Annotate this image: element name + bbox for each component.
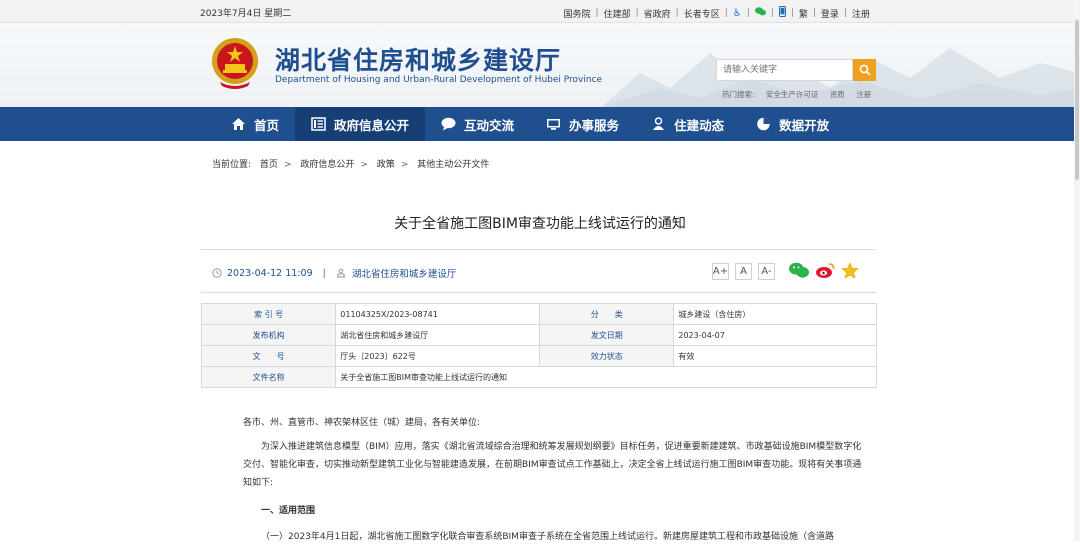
site-header: 湖北省住房和城乡建设厅 Department of Housing and Ur… (0, 23, 1080, 107)
article-meta: 2023-04-12 11:09 | 湖北省住房和城乡建设厅 (212, 266, 456, 280)
nav-label: 首页 (254, 117, 280, 133)
favorite-star-icon[interactable] (841, 262, 859, 283)
nav-item-home[interactable]: 首页 (215, 107, 295, 141)
nav-label: 办事服务 (569, 117, 620, 133)
table-key: 文 号 (200, 345, 337, 367)
top-link-elderly[interactable]: 长者专区 (684, 7, 720, 20)
site-title-english: Department of Housing and Urban-Rural De… (275, 75, 603, 85)
nav-item-news[interactable]: 住建动态 (635, 107, 740, 141)
monitor-icon (547, 119, 561, 130)
article-body: 各市、州、直管市、神农架林区住（城）建局，各有关单位: 为深入推进建筑信息模型（… (243, 414, 863, 546)
register-link[interactable]: 注册 (852, 7, 870, 20)
top-links: 国务院 | 住建部 | 省政府 | 长者专区 | ♿ | | | 繁 | 登录 | 注册 (563, 6, 870, 20)
divider (201, 292, 876, 293)
accessibility-icon[interactable]: ♿ (733, 8, 742, 19)
scrollbar-thumb[interactable] (1075, 20, 1079, 180)
top-link-state-council[interactable]: 国务院 (564, 7, 591, 20)
publish-date: 2023-04-12 11:09 (227, 267, 313, 279)
hot-search-label: 热门搜索: (722, 90, 755, 99)
document-list-icon (311, 117, 326, 131)
table-value: 城乡建设（含住房） (673, 303, 877, 325)
table-value: 湖北省住房和城乡建设厅 (335, 324, 541, 346)
table-row: 文 号 厅头〔2023〕622号 效力状态 有效 (200, 345, 877, 367)
clock-icon (212, 268, 222, 278)
nav-label: 政府信息公开 (334, 117, 410, 133)
salutation: 各市、州、直管市、神农架林区住（城）建局，各有关单位: (243, 418, 481, 428)
table-key: 发布机构 (200, 324, 337, 346)
hot-search-term[interactable]: 安全生产许可证 (766, 90, 819, 99)
login-link[interactable]: 登录 (821, 7, 839, 20)
table-value: 2023-04-07 (673, 324, 877, 346)
top-link-ministry[interactable]: 住建部 (604, 7, 631, 20)
nav-label: 互动交流 (464, 117, 515, 133)
share-buttons (789, 262, 865, 283)
search-box (716, 59, 876, 83)
weibo-share-icon[interactable] (815, 262, 835, 283)
table-key: 发文日期 (539, 324, 675, 346)
search-input[interactable] (716, 59, 853, 81)
article-title: 关于全省施工图BIM审查功能上线试运行的通知 (394, 216, 686, 232)
table-key: 文件名称 (200, 366, 337, 388)
wechat-share-icon[interactable] (789, 262, 809, 283)
search-icon (859, 64, 871, 76)
table-key: 效力状态 (539, 345, 675, 367)
nav-label: 住建动态 (674, 117, 725, 133)
section-heading: 一、适用范围 (261, 506, 316, 516)
wechat-icon[interactable] (754, 7, 766, 19)
table-value: 01104325X/2023-08741 (335, 303, 541, 325)
table-value: 关于全省施工图BIM审查功能上线试运行的通知 (335, 366, 877, 388)
national-emblem-icon (212, 38, 258, 89)
search-button[interactable] (853, 59, 876, 81)
hot-searches: 热门搜索: 安全生产许可证 资质 注册 (722, 89, 880, 100)
mobile-icon[interactable] (778, 6, 786, 20)
table-value: 厅头〔2023〕622号 (335, 345, 541, 367)
font-size-controls: A+ A A- (712, 263, 781, 280)
table-value: 有效 (673, 345, 877, 367)
table-key: 分 类 (539, 303, 675, 325)
font-decrease-button[interactable]: A- (758, 263, 775, 280)
nav-item-services[interactable]: 办事服务 (530, 107, 635, 141)
nav-label: 数据开放 (779, 117, 830, 133)
hot-search-term[interactable]: 注册 (856, 90, 871, 99)
breadcrumb-item[interactable]: 其他主动公开文件 (417, 160, 489, 170)
table-row: 文件名称 关于全省施工图BIM审查功能上线试运行的通知 (200, 366, 877, 388)
table-key: 索 引 号 (200, 303, 337, 325)
current-date: 2023年7月4日 星期二 (200, 9, 292, 19)
nav-item-gov-info[interactable]: 政府信息公开 (295, 107, 426, 141)
breadcrumb-item[interactable]: 首页 (260, 160, 278, 170)
font-increase-button[interactable]: A+ (712, 263, 729, 280)
table-row: 索 引 号 01104325X/2023-08741 分 类 城乡建设（含住房） (200, 303, 877, 325)
scrollbar[interactable] (1074, 0, 1080, 541)
organization-icon (336, 268, 345, 278)
breadcrumb-item[interactable]: 政策 (377, 160, 395, 170)
site-title: 湖北省住房和城乡建设厅 (275, 46, 562, 75)
breadcrumb-label: 当前位置: (212, 160, 252, 170)
main-nav: 首页 政府信息公开 互动交流 办事服务 住建动态 数据开放 (0, 107, 1080, 141)
home-icon (232, 118, 245, 130)
breadcrumb-item[interactable]: 政府信息公开 (300, 160, 354, 170)
top-bar: 2023年7月4日 星期二 国务院 | 住建部 | 省政府 | 长者专区 | ♿ | | … (0, 0, 1080, 23)
font-default-button[interactable]: A (735, 263, 752, 280)
breadcrumb: 当前位置: 首页 > 政府信息公开 > 政策 > 其他主动公开文件 (212, 160, 490, 170)
chat-bubble-icon (441, 117, 456, 131)
paragraph: （一）2023年4月1日起，湖北省施工图数字化联合审查系统BIM审查子系统在全省… (261, 532, 834, 542)
nav-item-open-data[interactable]: 数据开放 (740, 107, 845, 141)
article-source: 湖北省住房和城乡建设厅 (351, 269, 457, 280)
table-row: 发布机构 湖北省住房和城乡建设厅 发文日期 2023-04-07 (200, 324, 877, 346)
nav-item-interaction[interactable]: 互动交流 (425, 107, 530, 141)
divider (201, 249, 876, 250)
person-icon (653, 117, 665, 130)
paragraph: 为深入推进建筑信息模型（BIM）应用，落实《湖北省流域综合治理和统筹发展规划纲要… (243, 442, 862, 488)
hot-search-term[interactable]: 资质 (830, 90, 845, 99)
top-link-province[interactable]: 省政府 (644, 7, 671, 20)
document-info-table: 索 引 号 01104325X/2023-08741 分 类 城乡建设（含住房）… (200, 303, 877, 388)
pie-chart-icon (757, 117, 770, 131)
traditional-chinese-link[interactable]: 繁 (799, 7, 808, 20)
